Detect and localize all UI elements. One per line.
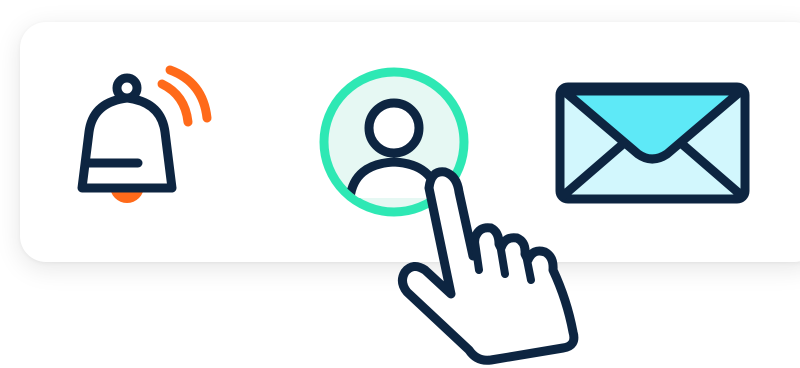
stage: [0, 0, 800, 368]
bell-icon: [77, 65, 212, 203]
envelope-icon: [555, 82, 750, 204]
profile-button[interactable]: [318, 66, 470, 218]
notifications-button[interactable]: [70, 60, 220, 220]
user-icon: [319, 67, 469, 217]
messages-button[interactable]: [555, 82, 750, 204]
